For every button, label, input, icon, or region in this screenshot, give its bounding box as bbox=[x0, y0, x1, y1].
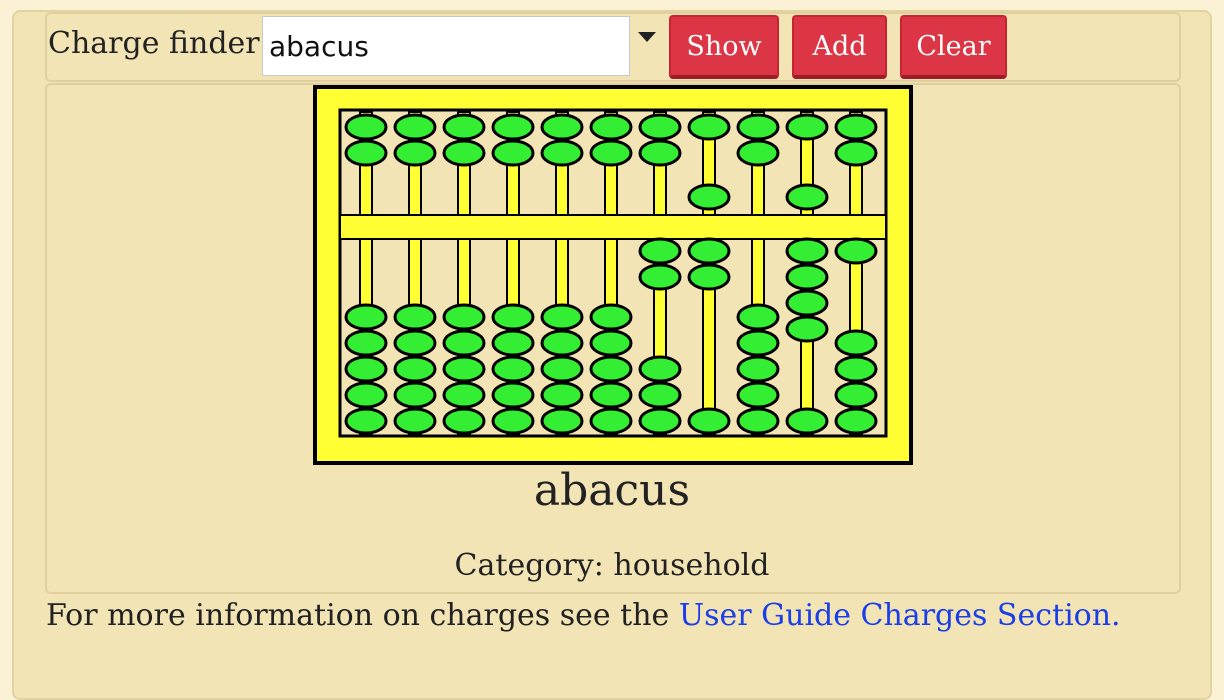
abacus-bead bbox=[442, 407, 486, 435]
abacus-bead bbox=[785, 237, 829, 265]
charge-name: abacus bbox=[533, 465, 691, 516]
more-info-text: For more information on charges see the … bbox=[46, 598, 1121, 634]
abacus-bead bbox=[589, 139, 633, 167]
category-label: Category: bbox=[454, 548, 604, 583]
abacus-bead bbox=[589, 355, 633, 383]
abacus-bead bbox=[540, 113, 584, 141]
abacus-bead bbox=[344, 303, 388, 331]
abacus-bead bbox=[491, 329, 535, 357]
abacus-bead bbox=[393, 407, 437, 435]
user-guide-charges-link[interactable]: User Guide Charges Section. bbox=[679, 598, 1121, 633]
abacus-bead bbox=[834, 113, 878, 141]
abacus-bead bbox=[540, 329, 584, 357]
abacus-bead bbox=[344, 113, 388, 141]
abacus-bead bbox=[736, 139, 780, 167]
abacus-bead bbox=[442, 113, 486, 141]
abacus-bead bbox=[736, 355, 780, 383]
abacus-bead bbox=[393, 329, 437, 357]
abacus-bead bbox=[393, 303, 437, 331]
charge-finder-label: Charge finder: bbox=[48, 26, 270, 61]
abacus-bead bbox=[834, 329, 878, 357]
abacus-bead bbox=[491, 355, 535, 383]
abacus-bead bbox=[442, 355, 486, 383]
abacus-bead bbox=[638, 381, 682, 409]
abacus-bead bbox=[442, 303, 486, 331]
abacus-bead bbox=[736, 407, 780, 435]
abacus-bead bbox=[834, 407, 878, 435]
abacus-bead bbox=[834, 381, 878, 409]
abacus-bead bbox=[491, 139, 535, 167]
abacus-bead bbox=[834, 139, 878, 167]
abacus-bead bbox=[393, 139, 437, 167]
abacus-bead bbox=[540, 139, 584, 167]
abacus-bead bbox=[687, 183, 731, 211]
abacus-icon bbox=[313, 85, 913, 465]
abacus-bead bbox=[540, 303, 584, 331]
abacus-bead bbox=[344, 381, 388, 409]
abacus-bead bbox=[589, 113, 633, 141]
abacus-bead bbox=[491, 407, 535, 435]
abacus-bead bbox=[736, 303, 780, 331]
abacus-bead bbox=[540, 355, 584, 383]
abacus-bead bbox=[442, 329, 486, 357]
abacus-bead bbox=[540, 381, 584, 409]
abacus-bead bbox=[638, 237, 682, 265]
abacus-bead bbox=[687, 113, 731, 141]
abacus-bead bbox=[491, 113, 535, 141]
abacus-bead bbox=[785, 263, 829, 291]
dropdown-caret-icon[interactable] bbox=[638, 32, 656, 42]
abacus-bead bbox=[687, 263, 731, 291]
abacus-bead bbox=[638, 407, 682, 435]
abacus-bead bbox=[785, 407, 829, 435]
charge-category: Category: household bbox=[0, 548, 1224, 584]
abacus-bead bbox=[638, 355, 682, 383]
abacus-bead bbox=[687, 237, 731, 265]
show-button[interactable]: Show bbox=[669, 15, 779, 79]
abacus-bead bbox=[785, 289, 829, 317]
abacus-bead bbox=[785, 113, 829, 141]
abacus-bead bbox=[638, 139, 682, 167]
abacus-bead bbox=[589, 407, 633, 435]
abacus-bead bbox=[344, 139, 388, 167]
abacus-bead bbox=[540, 407, 584, 435]
more-info-prefix: For more information on charges see the bbox=[46, 598, 679, 633]
abacus-bead bbox=[785, 315, 829, 343]
abacus-bead bbox=[344, 329, 388, 357]
abacus-bead bbox=[344, 355, 388, 383]
abacus-bead bbox=[638, 113, 682, 141]
abacus-bead bbox=[736, 381, 780, 409]
abacus-bead bbox=[442, 381, 486, 409]
abacus-bead bbox=[442, 139, 486, 167]
abacus-bead bbox=[393, 113, 437, 141]
abacus-bead bbox=[491, 303, 535, 331]
abacus-bead bbox=[638, 263, 682, 291]
abacus-bead bbox=[834, 237, 878, 265]
abacus-bead bbox=[589, 329, 633, 357]
abacus-bead bbox=[736, 113, 780, 141]
abacus-bead bbox=[589, 381, 633, 409]
abacus-bead bbox=[491, 381, 535, 409]
abacus-bead bbox=[785, 183, 829, 211]
clear-button[interactable]: Clear bbox=[900, 15, 1007, 79]
abacus-bead bbox=[834, 355, 878, 383]
abacus-bead bbox=[393, 355, 437, 383]
abacus-bead bbox=[687, 407, 731, 435]
charge-search-input[interactable] bbox=[262, 16, 630, 76]
add-button[interactable]: Add bbox=[792, 15, 887, 79]
category-value: household bbox=[613, 548, 770, 583]
abacus-bead bbox=[589, 303, 633, 331]
abacus-bead bbox=[344, 407, 388, 435]
abacus-bead bbox=[393, 381, 437, 409]
abacus-bead bbox=[736, 329, 780, 357]
